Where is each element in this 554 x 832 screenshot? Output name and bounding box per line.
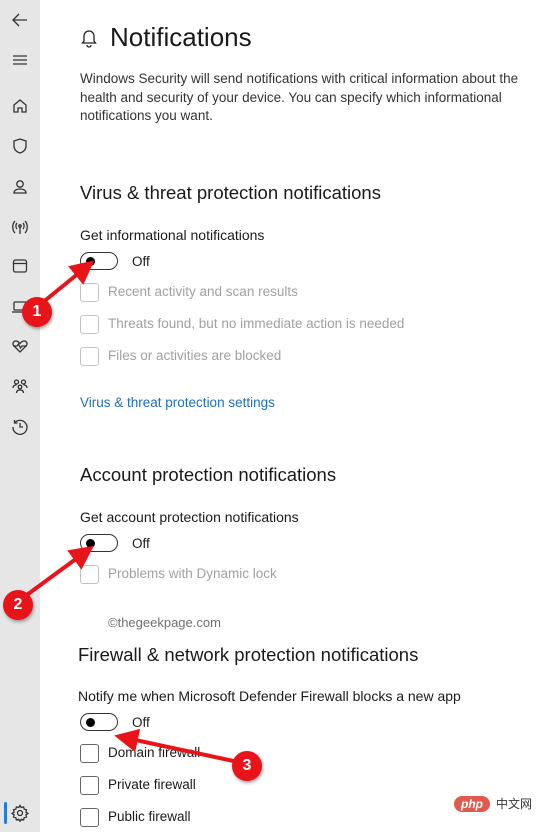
settings-gear-icon[interactable]	[8, 801, 32, 825]
back-arrow-icon[interactable]	[8, 8, 32, 32]
php-text: 中文网	[496, 797, 533, 811]
virus-toggle-state: Off	[132, 254, 150, 269]
checkbox-threats-found[interactable]	[80, 315, 99, 334]
php-pill: php	[454, 795, 490, 812]
home-icon[interactable]	[8, 94, 32, 118]
checkbox-threats-found-label: Threats found, but no immediate action i…	[108, 316, 405, 331]
annotation-badge-2: 2	[3, 590, 33, 620]
toggle-knob	[86, 717, 95, 727]
firewall-toggle[interactable]	[80, 713, 118, 731]
firewall-toggle-label: Notify me when Microsoft Defender Firewa…	[78, 688, 461, 704]
checkbox-domain-firewall-label: Domain firewall	[108, 745, 201, 760]
checkbox-dynamic-lock[interactable]	[80, 565, 99, 584]
checkbox-files-blocked[interactable]	[80, 347, 99, 366]
checkbox-private-firewall-label: Private firewall	[108, 777, 196, 792]
account-icon[interactable]	[8, 175, 32, 199]
account-section-heading: Account protection notifications	[80, 464, 337, 485]
checkbox-dynamic-lock-label: Problems with Dynamic lock	[108, 566, 277, 581]
sidebar	[0, 0, 40, 832]
account-toggle-label: Get account protection notifications	[80, 509, 299, 525]
virus-section-heading: Virus & threat protection notifications	[80, 182, 381, 203]
active-indicator	[4, 802, 7, 824]
toggle-knob	[86, 538, 95, 548]
main-content: Notifications Windows Security will send…	[40, 0, 554, 832]
page-title: Notifications	[110, 22, 252, 52]
network-antenna-icon[interactable]	[8, 215, 32, 239]
checkbox-private-firewall[interactable]	[80, 776, 99, 795]
toggle-knob	[86, 256, 95, 266]
watermark: ©thegeekpage.com	[108, 615, 221, 630]
checkbox-domain-firewall[interactable]	[80, 744, 99, 763]
history-icon[interactable]	[8, 415, 32, 439]
checkbox-files-blocked-label: Files or activities are blocked	[108, 348, 282, 363]
checkbox-public-firewall-label: Public firewall	[108, 809, 191, 824]
shield-icon[interactable]	[8, 134, 32, 158]
firewall-toggle-state: Off	[132, 715, 150, 730]
annotation-badge-3: 3	[232, 751, 262, 781]
php-cn-logo: php 中文网	[454, 795, 532, 812]
annotation-badge-1: 1	[22, 297, 52, 327]
checkbox-recent-activity-label: Recent activity and scan results	[108, 284, 298, 299]
family-icon[interactable]	[8, 374, 32, 398]
account-toggle-state: Off	[132, 536, 150, 551]
virus-toggle-label: Get informational notifications	[80, 227, 265, 243]
hamburger-menu-icon[interactable]	[8, 48, 32, 72]
page-description: Windows Security will send notifications…	[80, 71, 519, 123]
bell-icon	[80, 28, 98, 48]
virus-toggle[interactable]	[80, 252, 118, 270]
app-browser-icon[interactable]	[8, 254, 32, 278]
account-toggle[interactable]	[80, 534, 118, 552]
checkbox-public-firewall[interactable]	[80, 808, 99, 827]
firewall-section-heading: Firewall & network protection notificati…	[78, 644, 419, 665]
virus-settings-link[interactable]: Virus & threat protection settings	[80, 395, 275, 410]
health-heart-icon[interactable]	[8, 334, 32, 358]
checkbox-recent-activity[interactable]	[80, 283, 99, 302]
